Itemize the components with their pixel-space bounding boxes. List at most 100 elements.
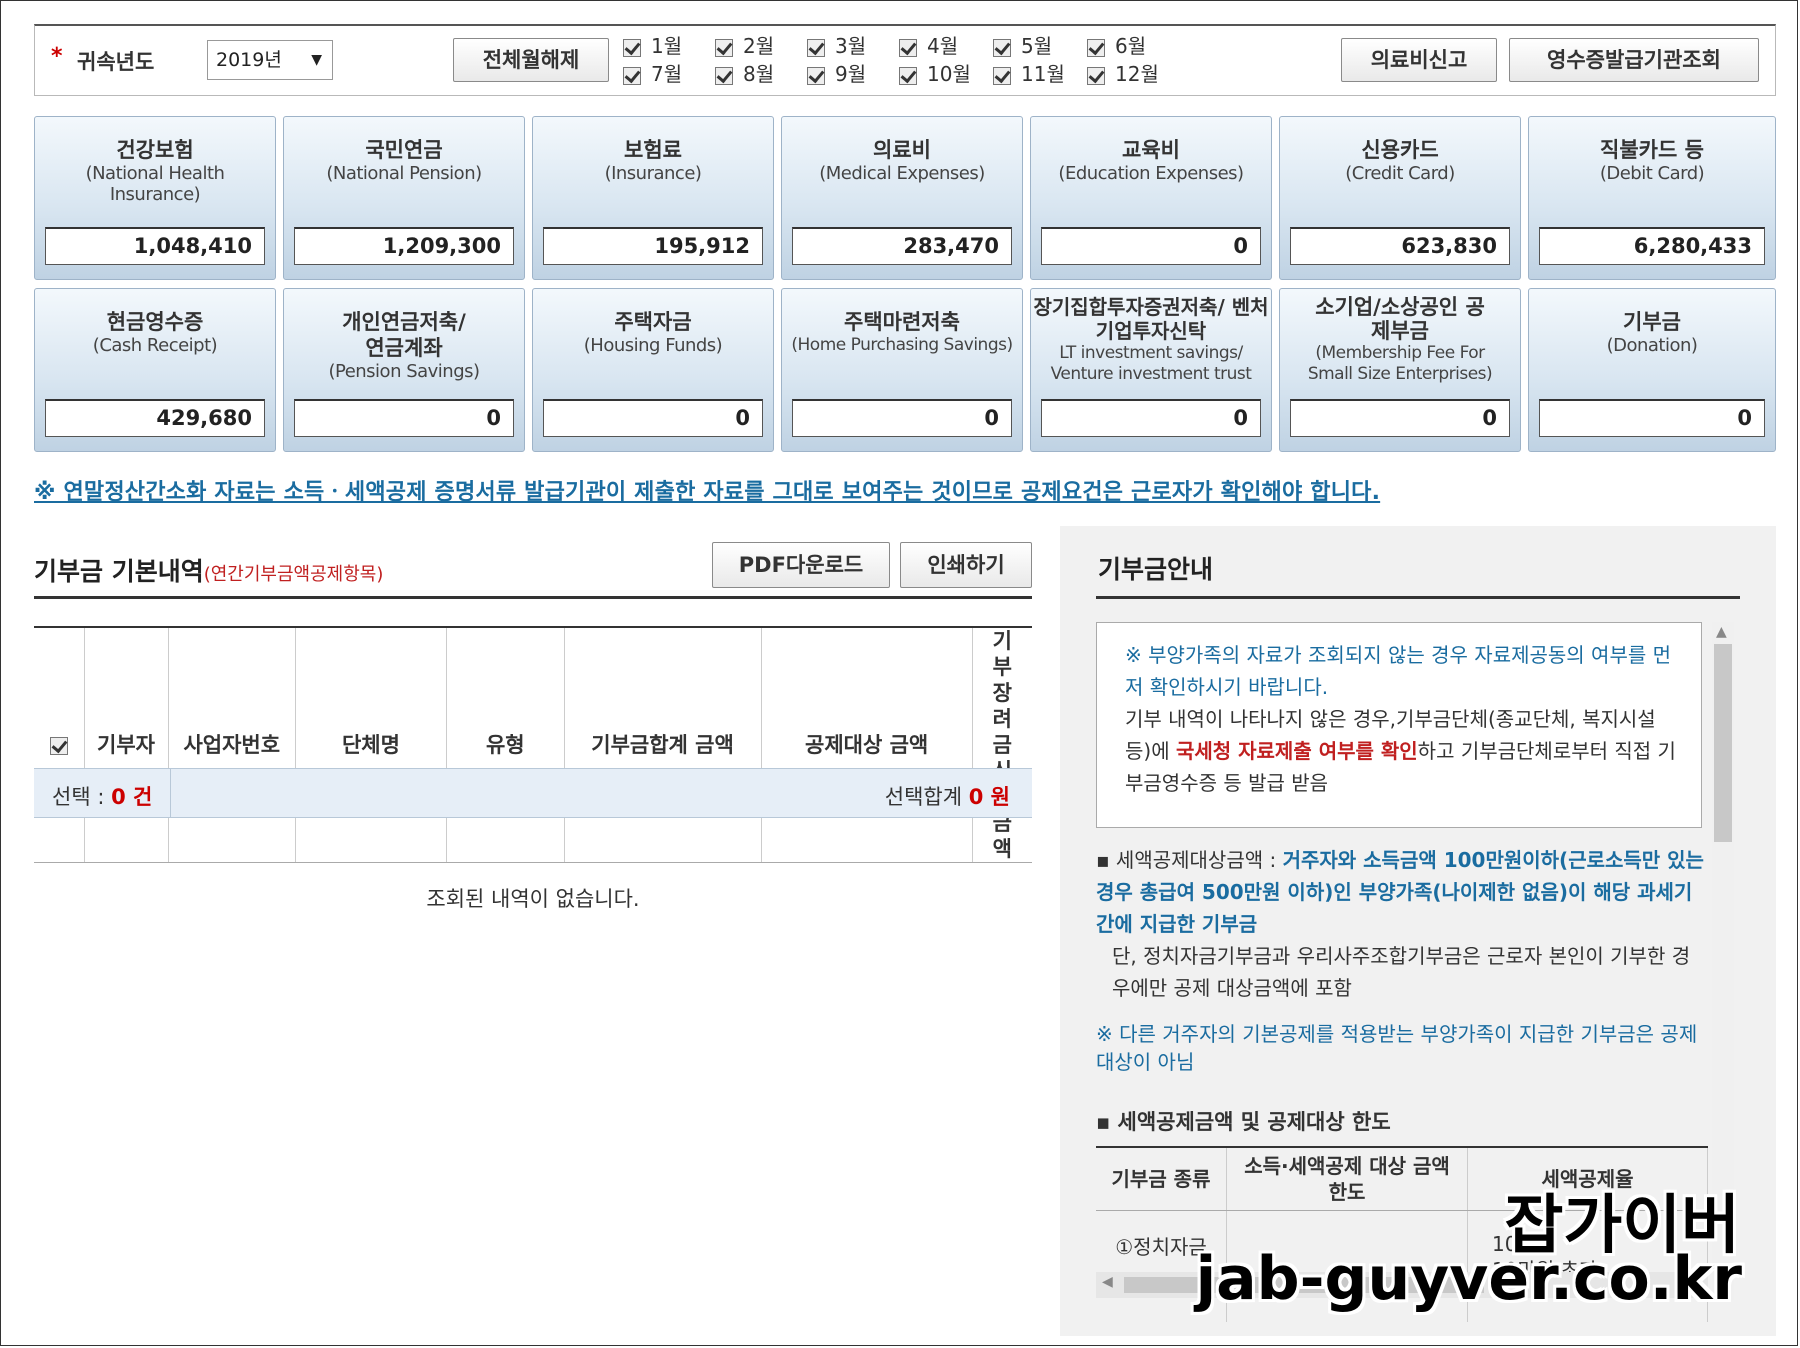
year-select[interactable]: 2019년 ▼ bbox=[207, 40, 333, 80]
checkbox-checked-icon[interactable] bbox=[715, 66, 733, 85]
month-checkbox[interactable]: 4월 bbox=[899, 34, 991, 60]
checkbox-checked-icon[interactable] bbox=[807, 38, 825, 57]
card-amount: 283,470 bbox=[792, 227, 1012, 265]
column-header: 유형 bbox=[446, 626, 565, 863]
category-card-home-purchasing-savings[interactable]: 주택마련저축 (Home Purchasing Savings) 0 bbox=[781, 288, 1023, 452]
month-checkbox[interactable]: 6월 bbox=[1087, 34, 1179, 60]
scrollbar-thumb[interactable] bbox=[1714, 644, 1732, 842]
category-card-national-pension[interactable]: 국민연금 (National Pension) 1,209,300 bbox=[283, 116, 525, 280]
category-card-credit-card[interactable]: 신용카드 (Credit Card) 623,830 bbox=[1279, 116, 1521, 280]
card-subtitle: (Education Expenses) bbox=[1058, 163, 1244, 184]
card-subtitle: (National Health Insurance) bbox=[85, 163, 225, 205]
category-card-insurance[interactable]: 보험료 (Insurance) 195,912 bbox=[532, 116, 774, 280]
category-card-education[interactable]: 교육비 (Education Expenses) 0 bbox=[1030, 116, 1272, 280]
card-subtitle: (Debit Card) bbox=[1599, 163, 1705, 184]
card-title: 직불카드 등 bbox=[1600, 138, 1704, 162]
checkbox-checked-icon[interactable] bbox=[993, 66, 1011, 85]
month-checkbox[interactable]: 12월 bbox=[1087, 62, 1179, 88]
column-header: 기부자 bbox=[84, 626, 169, 863]
card-amount: 1,048,410 bbox=[45, 227, 265, 265]
select-all-checkbox[interactable] bbox=[49, 737, 68, 755]
guide-consent-note: ※ 부양가족의 자료가 조회되지 않는 경우 자료제공동의 여부를 먼저 확인하… bbox=[1125, 643, 1672, 699]
card-title: 주택마련저축 bbox=[844, 310, 960, 334]
month-checkbox[interactable]: 8월 bbox=[715, 62, 807, 88]
card-title: 소기업/소상공인 공제부금 bbox=[1315, 295, 1485, 343]
card-amount: 0 bbox=[294, 399, 514, 437]
column-header: 기부금 종류 bbox=[1096, 1146, 1227, 1211]
guide-dependent-note: ※ 다른 거주자의 기본공제를 적용받는 부양가족이 지급한 기부금은 공제대상… bbox=[1096, 1022, 1698, 1074]
guide-table-heading: ▪ 세액공제금액 및 공제대상 한도 bbox=[1096, 1110, 1391, 1134]
category-card-cash-receipt[interactable]: 현금영수증 (Cash Receipt) 429,680 bbox=[34, 288, 276, 452]
guide-target-amount: ▪ 세액공제대상금액 : 거주자와 소득금액 100만원이하(근로소득만 있는 … bbox=[1096, 848, 1704, 1000]
filter-bar: * 귀속년도 2019년 ▼ 전체월해제 1월 2월 3월 4월 5월 6월 7… bbox=[34, 24, 1776, 96]
empty-message: 조회된 내역이 없습니다. bbox=[426, 887, 640, 911]
card-amount: 6,280,433 bbox=[1539, 227, 1765, 265]
chevron-down-icon: ▼ bbox=[311, 52, 322, 68]
month-checkbox[interactable]: 9월 bbox=[807, 62, 899, 88]
card-subtitle: LT investment savings/ Venture investmen… bbox=[1050, 343, 1252, 384]
category-card-debit-card[interactable]: 직불카드 등 (Debit Card) 6,280,433 bbox=[1528, 116, 1776, 280]
card-amount: 0 bbox=[543, 399, 763, 437]
donation-list-title: 기부금 기본내역(연간기부금액공제항목) bbox=[34, 552, 383, 588]
scroll-left-icon[interactable]: ◀ bbox=[1102, 1274, 1113, 1290]
section-divider bbox=[34, 596, 1032, 599]
checkbox-checked-icon[interactable] bbox=[623, 66, 641, 85]
category-card-lt-investment[interactable]: 장기집합투자증권저축/ 벤처기업투자신탁 LT investment savin… bbox=[1030, 288, 1272, 452]
pdf-download-button[interactable]: PDF다운로드 bbox=[712, 542, 890, 588]
category-card-health-insurance[interactable]: 건강보험 (National Health Insurance) 1,048,4… bbox=[34, 116, 276, 280]
card-title: 기부금 bbox=[1623, 310, 1681, 334]
card-title: 신용카드 bbox=[1361, 138, 1439, 162]
card-subtitle: (Membership Fee For Small Size Enterpris… bbox=[1307, 343, 1493, 384]
category-card-medical[interactable]: 의료비 (Medical Expenses) 283,470 bbox=[781, 116, 1023, 280]
checkbox-checked-icon[interactable] bbox=[899, 38, 917, 57]
print-button[interactable]: 인쇄하기 bbox=[900, 542, 1032, 588]
month-checkbox[interactable]: 11월 bbox=[993, 62, 1085, 88]
card-subtitle: (Credit Card) bbox=[1345, 163, 1455, 184]
category-card-pension-savings[interactable]: 개인연금저축/ 연금계좌 (Pension Savings) 0 bbox=[283, 288, 525, 452]
simplified-data-notice-link[interactable]: ※ 연말정산간소화 자료는 소득ㆍ세액공제 증명서류 발급기관이 제출한 자료를… bbox=[34, 474, 1380, 506]
checkbox-checked-icon[interactable] bbox=[1087, 66, 1105, 85]
year-label: 귀속년도 bbox=[77, 50, 155, 74]
guide-title: 기부금안내 bbox=[1098, 555, 1214, 584]
card-title: 국민연금 bbox=[365, 138, 443, 162]
month-checkbox-group: 1월 2월 3월 4월 5월 6월 7월 8월 9월 10월 11월 12월 bbox=[623, 34, 1183, 90]
checkbox-checked-icon[interactable] bbox=[623, 38, 641, 57]
checkbox-checked-icon[interactable] bbox=[807, 66, 825, 85]
guide-divider bbox=[1096, 596, 1740, 599]
card-amount: 623,830 bbox=[1290, 227, 1510, 265]
card-title: 현금영수증 bbox=[106, 310, 204, 334]
category-card-donation[interactable]: 기부금 (Donation) 0 bbox=[1528, 288, 1776, 452]
section-title-text: 기부금 기본내역 bbox=[34, 557, 204, 586]
watermark-url: jab-guyver.co.kr bbox=[1195, 1244, 1742, 1314]
scroll-up-icon[interactable]: ▲ bbox=[1716, 624, 1727, 640]
month-checkbox[interactable]: 7월 bbox=[623, 62, 715, 88]
month-checkbox[interactable]: 1월 bbox=[623, 34, 715, 60]
medical-report-button[interactable]: 의료비신고 bbox=[1341, 38, 1497, 82]
checkbox-checked-icon[interactable] bbox=[1087, 38, 1105, 57]
checkbox-checked-icon[interactable] bbox=[993, 38, 1011, 57]
card-title: 건강보험 bbox=[116, 138, 194, 162]
month-checkbox[interactable]: 2월 bbox=[715, 34, 807, 60]
selected-count: 선택 : 0 건 bbox=[52, 785, 153, 809]
card-amount: 1,209,300 bbox=[294, 227, 514, 265]
issuer-lookup-button[interactable]: 영수증발급기관조회 bbox=[1509, 38, 1759, 82]
category-card-housing-funds[interactable]: 주택자금 (Housing Funds) 0 bbox=[532, 288, 774, 452]
month-checkbox[interactable]: 10월 bbox=[899, 62, 991, 88]
card-amount: 0 bbox=[1290, 399, 1510, 437]
card-subtitle: (National Pension) bbox=[326, 163, 482, 184]
category-card-small-enterprise[interactable]: 소기업/소상공인 공제부금 (Membership Fee For Small … bbox=[1279, 288, 1521, 452]
card-subtitle: (Pension Savings) bbox=[328, 361, 480, 382]
card-amount: 0 bbox=[1041, 227, 1261, 265]
checkbox-checked-icon[interactable] bbox=[899, 66, 917, 85]
column-header: 소득·세액공제 대상 금액 한도 bbox=[1226, 1146, 1468, 1211]
deselect-all-months-button[interactable]: 전체월해제 bbox=[453, 38, 609, 82]
summary-divider bbox=[170, 769, 171, 817]
year-select-value: 2019년 bbox=[216, 49, 282, 71]
month-checkbox[interactable]: 3월 bbox=[807, 34, 899, 60]
card-title: 보험료 bbox=[624, 138, 682, 162]
guide-missing-note: 기부 내역이 나타나지 않은 경우,기부금단체(종교단체, 복지시설 등)에 국… bbox=[1125, 707, 1676, 795]
checkbox-checked-icon[interactable] bbox=[715, 38, 733, 57]
card-title: 장기집합투자증권저축/ 벤처기업투자신탁 bbox=[1033, 295, 1269, 343]
column-header: 단체명 bbox=[295, 626, 448, 863]
month-checkbox[interactable]: 5월 bbox=[993, 34, 1085, 60]
